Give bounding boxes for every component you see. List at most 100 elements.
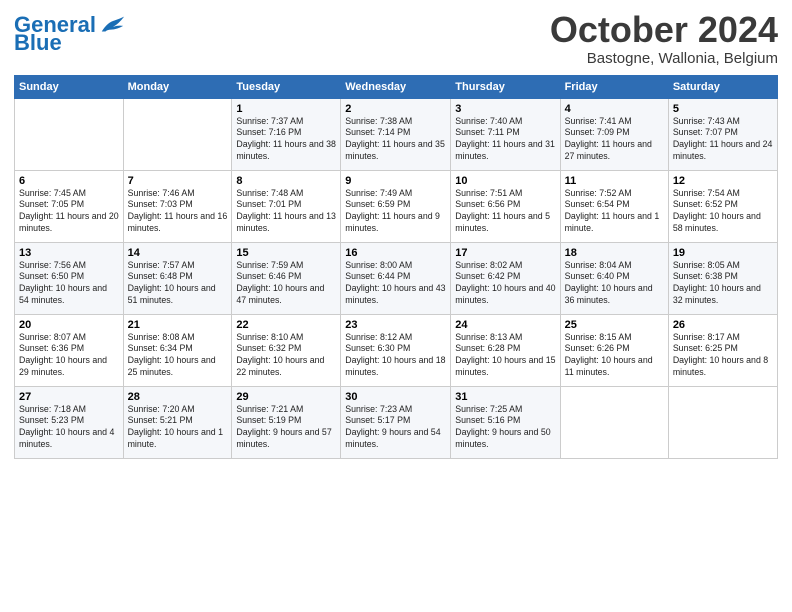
day-number: 18	[565, 247, 664, 259]
day-info: Sunrise: 7:56 AM Sunset: 6:50 PM Dayligh…	[19, 260, 119, 308]
page-container: General Blue October 2024 Bastogne, Wall…	[0, 0, 792, 465]
day-info: Sunrise: 7:51 AM Sunset: 6:56 PM Dayligh…	[455, 188, 555, 236]
day-number: 24	[455, 319, 555, 331]
calendar-cell: 12Sunrise: 7:54 AM Sunset: 6:52 PM Dayli…	[668, 170, 777, 242]
calendar-cell	[668, 386, 777, 458]
calendar-cell: 25Sunrise: 8:15 AM Sunset: 6:26 PM Dayli…	[560, 314, 668, 386]
calendar-cell: 29Sunrise: 7:21 AM Sunset: 5:19 PM Dayli…	[232, 386, 341, 458]
title-block: October 2024 Bastogne, Wallonia, Belgium	[550, 10, 778, 67]
day-info: Sunrise: 7:48 AM Sunset: 7:01 PM Dayligh…	[236, 188, 336, 236]
day-info: Sunrise: 7:37 AM Sunset: 7:16 PM Dayligh…	[236, 116, 336, 164]
calendar-cell: 16Sunrise: 8:00 AM Sunset: 6:44 PM Dayli…	[341, 242, 451, 314]
calendar-cell: 6Sunrise: 7:45 AM Sunset: 7:05 PM Daylig…	[15, 170, 124, 242]
day-info: Sunrise: 7:38 AM Sunset: 7:14 PM Dayligh…	[345, 116, 446, 164]
day-number: 28	[128, 391, 228, 403]
day-number: 9	[345, 175, 446, 187]
day-info: Sunrise: 8:08 AM Sunset: 6:34 PM Dayligh…	[128, 332, 228, 380]
day-info: Sunrise: 7:18 AM Sunset: 5:23 PM Dayligh…	[19, 404, 119, 452]
calendar-row-2: 13Sunrise: 7:56 AM Sunset: 6:50 PM Dayli…	[15, 242, 778, 314]
calendar-cell: 22Sunrise: 8:10 AM Sunset: 6:32 PM Dayli…	[232, 314, 341, 386]
calendar-cell: 10Sunrise: 7:51 AM Sunset: 6:56 PM Dayli…	[451, 170, 560, 242]
day-info: Sunrise: 7:49 AM Sunset: 6:59 PM Dayligh…	[345, 188, 446, 236]
col-header-thursday: Thursday	[451, 75, 560, 98]
calendar-cell: 26Sunrise: 8:17 AM Sunset: 6:25 PM Dayli…	[668, 314, 777, 386]
day-number: 16	[345, 247, 446, 259]
day-info: Sunrise: 7:59 AM Sunset: 6:46 PM Dayligh…	[236, 260, 336, 308]
calendar-cell: 21Sunrise: 8:08 AM Sunset: 6:34 PM Dayli…	[123, 314, 232, 386]
calendar-cell: 14Sunrise: 7:57 AM Sunset: 6:48 PM Dayli…	[123, 242, 232, 314]
day-info: Sunrise: 7:41 AM Sunset: 7:09 PM Dayligh…	[565, 116, 664, 164]
calendar-cell: 20Sunrise: 8:07 AM Sunset: 6:36 PM Dayli…	[15, 314, 124, 386]
day-number: 13	[19, 247, 119, 259]
day-number: 21	[128, 319, 228, 331]
calendar-cell: 18Sunrise: 8:04 AM Sunset: 6:40 PM Dayli…	[560, 242, 668, 314]
day-number: 29	[236, 391, 336, 403]
day-info: Sunrise: 7:45 AM Sunset: 7:05 PM Dayligh…	[19, 188, 119, 236]
day-info: Sunrise: 7:43 AM Sunset: 7:07 PM Dayligh…	[673, 116, 773, 164]
day-number: 5	[673, 103, 773, 115]
day-number: 3	[455, 103, 555, 115]
calendar-cell: 3Sunrise: 7:40 AM Sunset: 7:11 PM Daylig…	[451, 98, 560, 170]
calendar-cell: 5Sunrise: 7:43 AM Sunset: 7:07 PM Daylig…	[668, 98, 777, 170]
day-number: 4	[565, 103, 664, 115]
month-title: October 2024	[550, 10, 778, 50]
day-info: Sunrise: 7:46 AM Sunset: 7:03 PM Dayligh…	[128, 188, 228, 236]
day-number: 23	[345, 319, 446, 331]
day-info: Sunrise: 7:54 AM Sunset: 6:52 PM Dayligh…	[673, 188, 773, 236]
location-subtitle: Bastogne, Wallonia, Belgium	[550, 50, 778, 67]
day-info: Sunrise: 8:00 AM Sunset: 6:44 PM Dayligh…	[345, 260, 446, 308]
calendar-row-0: 1Sunrise: 7:37 AM Sunset: 7:16 PM Daylig…	[15, 98, 778, 170]
calendar-row-3: 20Sunrise: 8:07 AM Sunset: 6:36 PM Dayli…	[15, 314, 778, 386]
day-number: 8	[236, 175, 336, 187]
logo: General Blue	[14, 14, 126, 54]
calendar-cell: 13Sunrise: 7:56 AM Sunset: 6:50 PM Dayli…	[15, 242, 124, 314]
day-info: Sunrise: 8:17 AM Sunset: 6:25 PM Dayligh…	[673, 332, 773, 380]
calendar-cell: 1Sunrise: 7:37 AM Sunset: 7:16 PM Daylig…	[232, 98, 341, 170]
day-number: 31	[455, 391, 555, 403]
day-info: Sunrise: 7:25 AM Sunset: 5:16 PM Dayligh…	[455, 404, 555, 452]
calendar-cell: 8Sunrise: 7:48 AM Sunset: 7:01 PM Daylig…	[232, 170, 341, 242]
day-info: Sunrise: 8:02 AM Sunset: 6:42 PM Dayligh…	[455, 260, 555, 308]
column-header-row: SundayMondayTuesdayWednesdayThursdayFrid…	[15, 75, 778, 98]
day-number: 26	[673, 319, 773, 331]
day-info: Sunrise: 7:57 AM Sunset: 6:48 PM Dayligh…	[128, 260, 228, 308]
col-header-monday: Monday	[123, 75, 232, 98]
day-number: 6	[19, 175, 119, 187]
calendar-row-4: 27Sunrise: 7:18 AM Sunset: 5:23 PM Dayli…	[15, 386, 778, 458]
day-number: 11	[565, 175, 664, 187]
day-info: Sunrise: 8:04 AM Sunset: 6:40 PM Dayligh…	[565, 260, 664, 308]
day-number: 25	[565, 319, 664, 331]
calendar-cell: 15Sunrise: 7:59 AM Sunset: 6:46 PM Dayli…	[232, 242, 341, 314]
calendar-cell: 9Sunrise: 7:49 AM Sunset: 6:59 PM Daylig…	[341, 170, 451, 242]
calendar-cell: 17Sunrise: 8:02 AM Sunset: 6:42 PM Dayli…	[451, 242, 560, 314]
calendar-cell: 31Sunrise: 7:25 AM Sunset: 5:16 PM Dayli…	[451, 386, 560, 458]
day-number: 19	[673, 247, 773, 259]
header: General Blue October 2024 Bastogne, Wall…	[14, 10, 778, 67]
calendar-cell: 4Sunrise: 7:41 AM Sunset: 7:09 PM Daylig…	[560, 98, 668, 170]
day-info: Sunrise: 8:05 AM Sunset: 6:38 PM Dayligh…	[673, 260, 773, 308]
day-info: Sunrise: 7:23 AM Sunset: 5:17 PM Dayligh…	[345, 404, 446, 452]
col-header-sunday: Sunday	[15, 75, 124, 98]
day-info: Sunrise: 7:52 AM Sunset: 6:54 PM Dayligh…	[565, 188, 664, 236]
day-number: 7	[128, 175, 228, 187]
calendar-table: SundayMondayTuesdayWednesdayThursdayFrid…	[14, 75, 778, 459]
calendar-cell	[123, 98, 232, 170]
calendar-cell: 23Sunrise: 8:12 AM Sunset: 6:30 PM Dayli…	[341, 314, 451, 386]
day-number: 10	[455, 175, 555, 187]
day-number: 17	[455, 247, 555, 259]
day-number: 2	[345, 103, 446, 115]
day-number: 12	[673, 175, 773, 187]
day-info: Sunrise: 8:13 AM Sunset: 6:28 PM Dayligh…	[455, 332, 555, 380]
day-info: Sunrise: 7:21 AM Sunset: 5:19 PM Dayligh…	[236, 404, 336, 452]
day-info: Sunrise: 7:20 AM Sunset: 5:21 PM Dayligh…	[128, 404, 228, 452]
calendar-cell: 2Sunrise: 7:38 AM Sunset: 7:14 PM Daylig…	[341, 98, 451, 170]
day-info: Sunrise: 8:12 AM Sunset: 6:30 PM Dayligh…	[345, 332, 446, 380]
calendar-cell: 30Sunrise: 7:23 AM Sunset: 5:17 PM Dayli…	[341, 386, 451, 458]
calendar-cell: 19Sunrise: 8:05 AM Sunset: 6:38 PM Dayli…	[668, 242, 777, 314]
calendar-cell: 11Sunrise: 7:52 AM Sunset: 6:54 PM Dayli…	[560, 170, 668, 242]
calendar-cell: 24Sunrise: 8:13 AM Sunset: 6:28 PM Dayli…	[451, 314, 560, 386]
col-header-saturday: Saturday	[668, 75, 777, 98]
day-info: Sunrise: 8:07 AM Sunset: 6:36 PM Dayligh…	[19, 332, 119, 380]
calendar-cell: 28Sunrise: 7:20 AM Sunset: 5:21 PM Dayli…	[123, 386, 232, 458]
day-number: 15	[236, 247, 336, 259]
